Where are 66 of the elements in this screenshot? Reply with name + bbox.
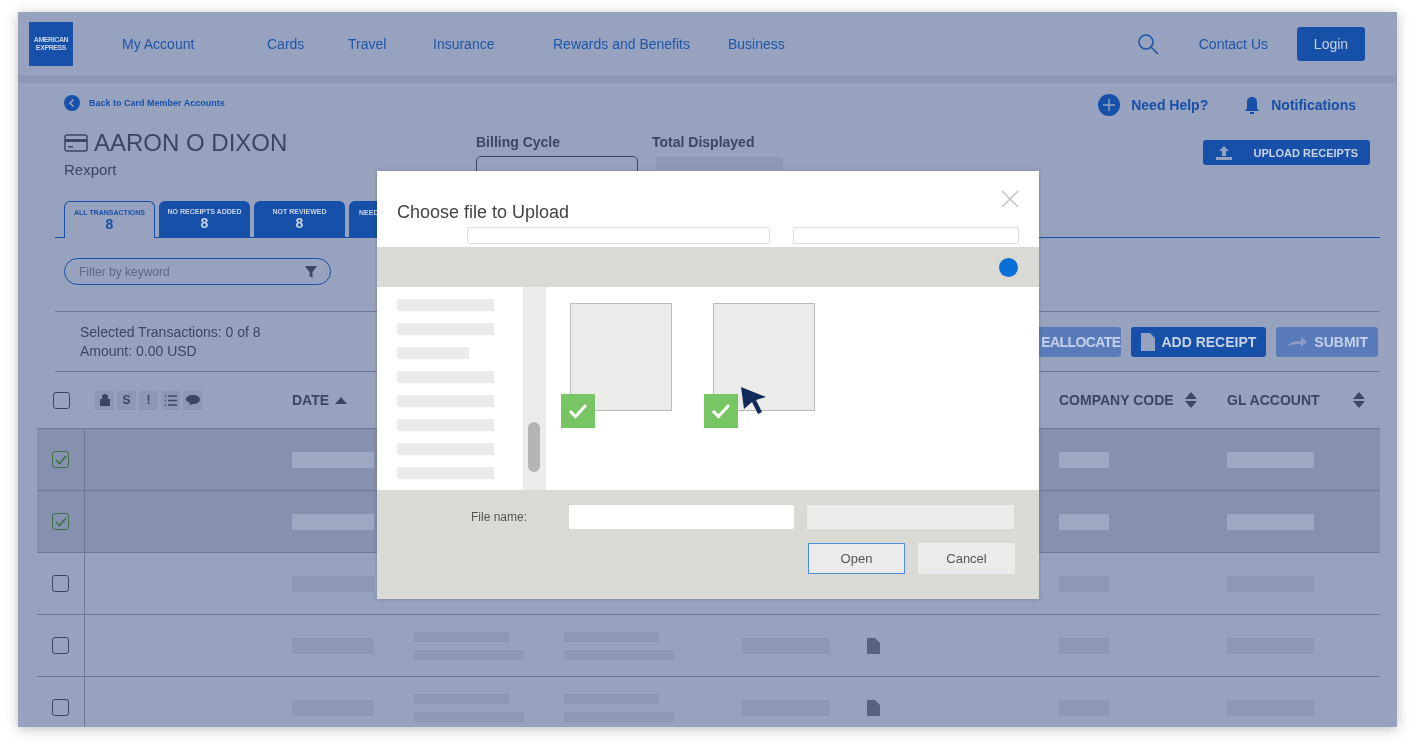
checkmark-icon[interactable] (704, 394, 738, 428)
upload-icon (1215, 144, 1234, 161)
table-row[interactable] (37, 676, 1380, 727)
total-displayed-label: Total Displayed (652, 134, 756, 150)
sort-icon[interactable] (1353, 392, 1365, 408)
back-icon[interactable] (64, 95, 80, 111)
comment-icon[interactable] (183, 390, 202, 410)
flag-label[interactable]: ! (139, 390, 158, 410)
status-dot (999, 257, 1018, 277)
bell-icon[interactable] (1244, 95, 1261, 115)
column-header[interactable]: DATE (282, 392, 402, 408)
sort-up-icon[interactable] (335, 396, 348, 404)
column-header[interactable]: COMPANY CODE (1047, 392, 1215, 408)
credit-card-icon (64, 134, 88, 152)
document-icon[interactable] (867, 699, 880, 716)
card-member-name: AARON O DIXON (94, 129, 288, 157)
document-icon (1141, 332, 1156, 351)
nav-link[interactable]: Rewards and Benefits (553, 35, 728, 52)
upload-receipts-button[interactable]: UPLOAD RECEIPTS (1203, 140, 1370, 165)
plus-icon[interactable] (1098, 94, 1121, 116)
cursor-icon (741, 387, 767, 415)
nav-link[interactable]: Insurance (433, 35, 553, 52)
document-icon[interactable] (867, 637, 880, 654)
arrow-icon (1286, 335, 1309, 348)
summary-text: Selected Transactions: 0 of 8 (80, 322, 261, 342)
filter-icon[interactable] (305, 266, 317, 278)
filter-field[interactable]: Filter by keyword (64, 258, 331, 285)
action-button[interactable]: ADD RECEIPT (1131, 326, 1267, 357)
list-icon[interactable] (161, 390, 180, 410)
dialog-title: Choose file to Upload (397, 202, 570, 223)
checkmark-icon[interactable] (561, 394, 595, 428)
contact-link[interactable]: Contact Us (1198, 35, 1268, 52)
checkbox[interactable] (52, 699, 69, 716)
dialog-button[interactable]: Open (808, 543, 905, 574)
nav-link[interactable]: Cards (267, 35, 348, 52)
checkbox[interactable] (52, 637, 69, 654)
checkbox[interactable] (52, 513, 69, 530)
file-thumbnail[interactable] (713, 303, 815, 411)
flag-label[interactable]: S (117, 390, 136, 410)
text-placeholder (1059, 451, 1109, 468)
column-header[interactable]: GL ACCOUNT (1215, 392, 1383, 408)
search-field[interactable] (793, 226, 1019, 244)
lock-icon[interactable] (95, 390, 114, 410)
summary-text: Amount: 0.00 USD (80, 341, 198, 361)
text-placeholder (1059, 513, 1109, 530)
sort-icon[interactable] (1185, 392, 1197, 408)
login-button[interactable]: Login (1297, 26, 1365, 61)
file-thumbnail[interactable] (570, 303, 672, 411)
close-icon[interactable] (1001, 190, 1019, 208)
scrollbar-thumb[interactable] (528, 422, 540, 472)
back-link[interactable]: Back to Card Member Accounts (89, 98, 225, 108)
file-name-field[interactable] (569, 505, 794, 529)
nav-link[interactable]: My Account (122, 35, 267, 52)
help-link[interactable]: Need Help? (1131, 97, 1209, 113)
notifications-link[interactable]: Notifications (1271, 97, 1356, 113)
company-name: Rexport (64, 161, 118, 178)
checkbox[interactable] (52, 391, 70, 409)
checkbox[interactable] (52, 451, 69, 468)
dialog-button[interactable]: Cancel (918, 543, 1015, 574)
checkbox[interactable] (52, 575, 69, 592)
file-name-label: File name: (469, 510, 527, 524)
nav-link[interactable]: Travel (348, 35, 433, 52)
nav-link[interactable]: Business (728, 35, 785, 52)
path-field[interactable] (467, 226, 771, 244)
billing-cycle-label: Billing Cycle (476, 134, 562, 150)
search-icon[interactable] (1136, 32, 1159, 55)
